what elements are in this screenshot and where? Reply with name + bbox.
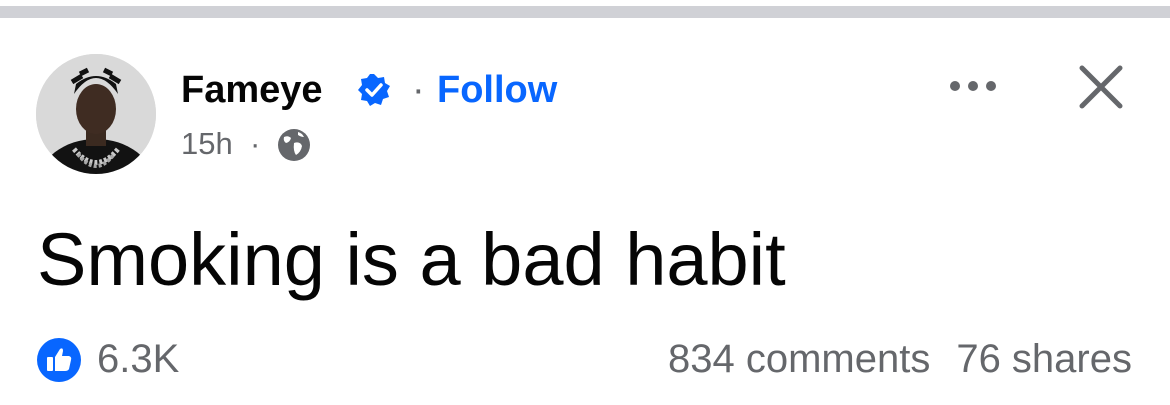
avatar[interactable] <box>36 54 156 174</box>
engagement-stats: 834 comments 76 shares <box>668 337 1132 381</box>
like-thumb-icon[interactable] <box>37 338 81 382</box>
verified-badge-icon <box>358 74 390 106</box>
post-time[interactable]: 15h <box>181 127 233 161</box>
comment-count[interactable]: 834 comments <box>668 337 930 381</box>
close-icon[interactable] <box>1074 60 1128 114</box>
follow-button[interactable]: Follow <box>437 70 557 110</box>
author-name[interactable]: Fameye <box>181 70 323 110</box>
globe-icon <box>278 129 310 161</box>
name-separator: · <box>412 69 425 111</box>
post-text: Smoking is a bad habit <box>37 218 786 301</box>
avatar-image <box>36 54 156 174</box>
more-options-icon[interactable] <box>946 68 1000 104</box>
top-divider <box>0 6 1170 18</box>
like-count[interactable]: 6.3K <box>97 337 179 381</box>
meta-separator: · <box>250 126 261 161</box>
share-count[interactable]: 76 shares <box>956 337 1132 381</box>
